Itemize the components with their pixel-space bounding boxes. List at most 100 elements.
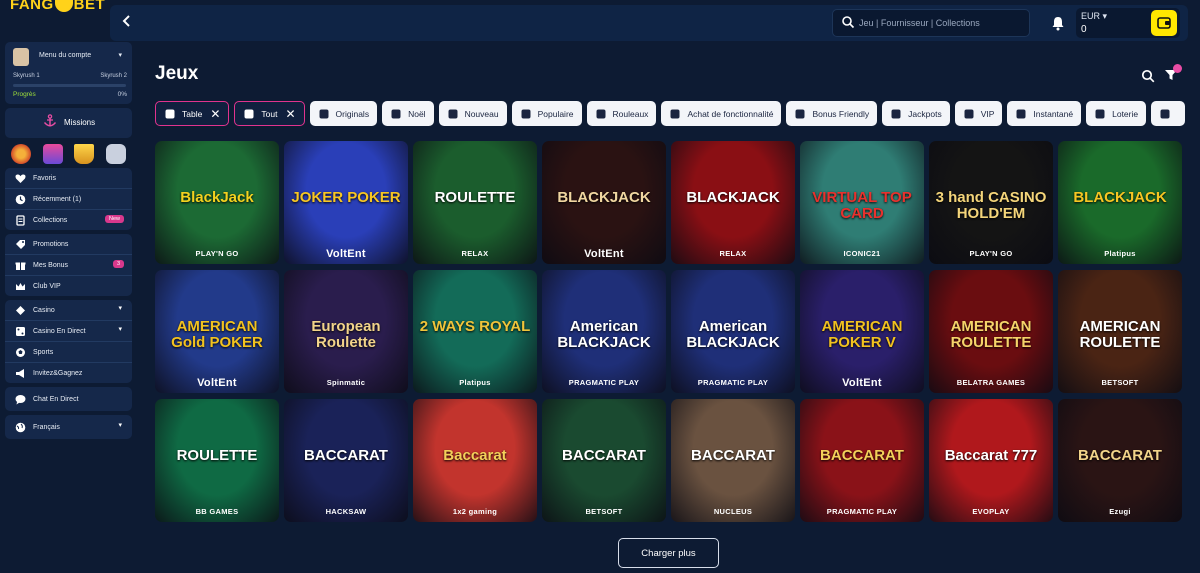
game-tile[interactable]: ROULETTE BB GAMES [155,399,279,522]
language-select[interactable]: Français ▾ [5,415,132,439]
search-input[interactable] [859,14,1023,32]
brand-logo[interactable]: FANG BET [10,0,105,13]
bell-icon[interactable] [1050,15,1066,31]
game-title: JOKER POKER [291,189,401,207]
collections-icon [16,214,25,226]
filter-button[interactable] [1163,64,1182,82]
game-title: BACCARAT [562,447,646,465]
notification-dot [1173,64,1182,73]
filter-chip[interactable]: Table ✕ [155,101,230,126]
avatar [13,48,29,66]
game-title: Baccarat 777 [944,447,1038,465]
account-menu[interactable]: Menu du compte [39,52,91,59]
close-icon[interactable]: ✕ [210,107,220,121]
filter-chip[interactable]: VIP [954,101,1003,126]
filter-chips: Table ✕ Tout ✕ Originals Noël Nouveau Populaire… [155,101,1200,127]
filter-chip[interactable]: Noël [382,101,434,126]
sidebar-item-favorites[interactable]: Favoris [5,168,132,188]
sidebar-item-promotions[interactable]: Promotions [5,234,132,254]
game-tile[interactable]: BLACKJACK RELAX [671,141,795,264]
game-tile[interactable]: Baccarat 777 EVOPLAY [929,399,1053,522]
game-tile[interactable]: AMERICAN ROULETTE BETSOFT [1058,270,1182,393]
filter-chip-label: Noël [408,108,426,119]
game-title: American BLACKJACK [686,318,780,352]
game-tile[interactable]: BLACKJACK VoltEnt [542,141,666,264]
game-tile[interactable]: BLACKJACK Platipus [1058,141,1182,264]
game-tile[interactable]: BACCARAT Ezugi [1058,399,1182,522]
sidebar-item-casino[interactable]: Casino ▾ [5,300,132,320]
progress-label: Progrès [13,91,36,98]
game-tile[interactable]: BlackJack PLAY'N GO [155,141,279,264]
search-icon[interactable] [1141,69,1155,83]
gamepad-icon[interactable] [106,144,127,164]
filter-chip[interactable]: Nouveau [438,101,507,126]
deposit-button[interactable] [1151,10,1177,36]
game-title: AMERICAN ROULETTE [950,318,1032,352]
sidebar-item-recent[interactable]: Récemment (1) [5,189,132,209]
game-tile[interactable]: BACCARAT NUCLEUS [671,399,795,522]
collapse-sidebar-button[interactable] [116,12,138,34]
filter-chip[interactable]: Loterie [1086,101,1147,126]
filter-chip-label: Originals [335,108,370,119]
filter-chip-label: Achat de fonctionnalité [687,108,774,119]
sidebar-item-live-casino[interactable]: Casino En Direct ▾ [5,321,132,341]
game-tile[interactable]: American BLACKJACK PRAGMATIC PLAY [671,270,795,393]
game-tile[interactable]: American BLACKJACK PRAGMATIC PLAY [542,270,666,393]
game-title: BLACKJACK [686,189,780,207]
lottery-icon [1095,109,1105,118]
sidebar-item-label: Sports [33,348,54,356]
bonus-icon [795,109,805,118]
game-title: BACCARAT [820,447,904,465]
filter-chip[interactable] [1151,101,1186,126]
quick-icons [5,142,132,166]
filter-chip[interactable]: Rouleaux [586,101,657,126]
game-tile[interactable]: Baccarat 1x2 gaming [413,399,537,522]
game-provider: Platipus [1104,249,1136,258]
filter-chip[interactable]: Jackpots [882,101,950,126]
filter-chip[interactable]: Populaire [511,101,582,126]
game-tile[interactable]: BACCARAT HACKSAW [284,399,408,522]
game-tile[interactable]: BACCARAT BETSOFT [542,399,666,522]
game-tile[interactable]: BACCARAT PRAGMATIC PLAY [800,399,924,522]
game-tile[interactable]: European Roulette Spinmatic [284,270,408,393]
search-box[interactable] [832,9,1030,37]
sidebar-item-referral[interactable]: Invitez&Gagnez [5,363,132,383]
missions-button[interactable]: Missions [5,108,132,138]
game-provider: PRAGMATIC PLAY [826,507,898,516]
filter-chip[interactable]: Bonus Friendly [786,101,878,126]
load-more-button[interactable]: Charger plus [618,538,719,568]
header-bar: EUR ▾ 0 [110,5,1188,41]
game-provider: BETSOFT [585,507,623,516]
shop-icon[interactable] [42,144,63,164]
filter-chip[interactable]: Achat de fonctionnalité [661,101,782,126]
chat-icon [15,394,26,404]
trophy-icon[interactable] [74,144,95,164]
game-tile[interactable]: 3 hand CASINO HOLD'EM PLAY'N GO [929,141,1053,264]
game-tile[interactable]: AMERICAN ROULETTE BELATRA GAMES [929,270,1053,393]
filter-chip[interactable]: Instantané [1007,101,1082,126]
progress-bar [13,84,126,87]
game-tile[interactable]: AMERICAN POKER V VoltEnt [800,270,924,393]
sidebar-item-label: Invitez&Gagnez [33,369,83,377]
filter-chip[interactable]: Originals [309,101,378,126]
balance-amount: 0 [1081,24,1087,35]
game-title: 2 WAYS ROYAL [419,318,531,336]
wallet-widget[interactable]: EUR ▾ 0 [1076,8,1180,38]
game-provider: BB GAMES [195,507,239,516]
game-tile[interactable]: AMERICAN Gold POKER VoltEnt [155,270,279,393]
sidebar-item-sports[interactable]: Sports [5,342,132,362]
sidebar-item-bonus[interactable]: Mes Bonus 3 [5,255,132,275]
sidebar-item-collections[interactable]: Collections New [5,210,132,230]
sidebar-item-vip[interactable]: Club VIP [5,276,132,296]
game-tile[interactable]: 2 WAYS ROYAL Platipus [413,270,537,393]
game-tile[interactable]: VIRTUAL TOP CARD ICONIC21 [800,141,924,264]
wheel-icon[interactable] [10,144,31,164]
close-icon[interactable]: ✕ [285,107,295,121]
currency-select[interactable]: EUR ▾ [1081,11,1107,22]
filter-chip[interactable]: Tout ✕ [234,101,305,126]
sidebar-item-chat[interactable]: Chat En Direct [5,387,132,411]
game-tile[interactable]: ROULETTE RELAX [413,141,537,264]
chevron-left-icon [122,15,130,27]
caret-down-icon[interactable]: ▾ [118,51,122,59]
game-tile[interactable]: JOKER POKER VoltEnt [284,141,408,264]
